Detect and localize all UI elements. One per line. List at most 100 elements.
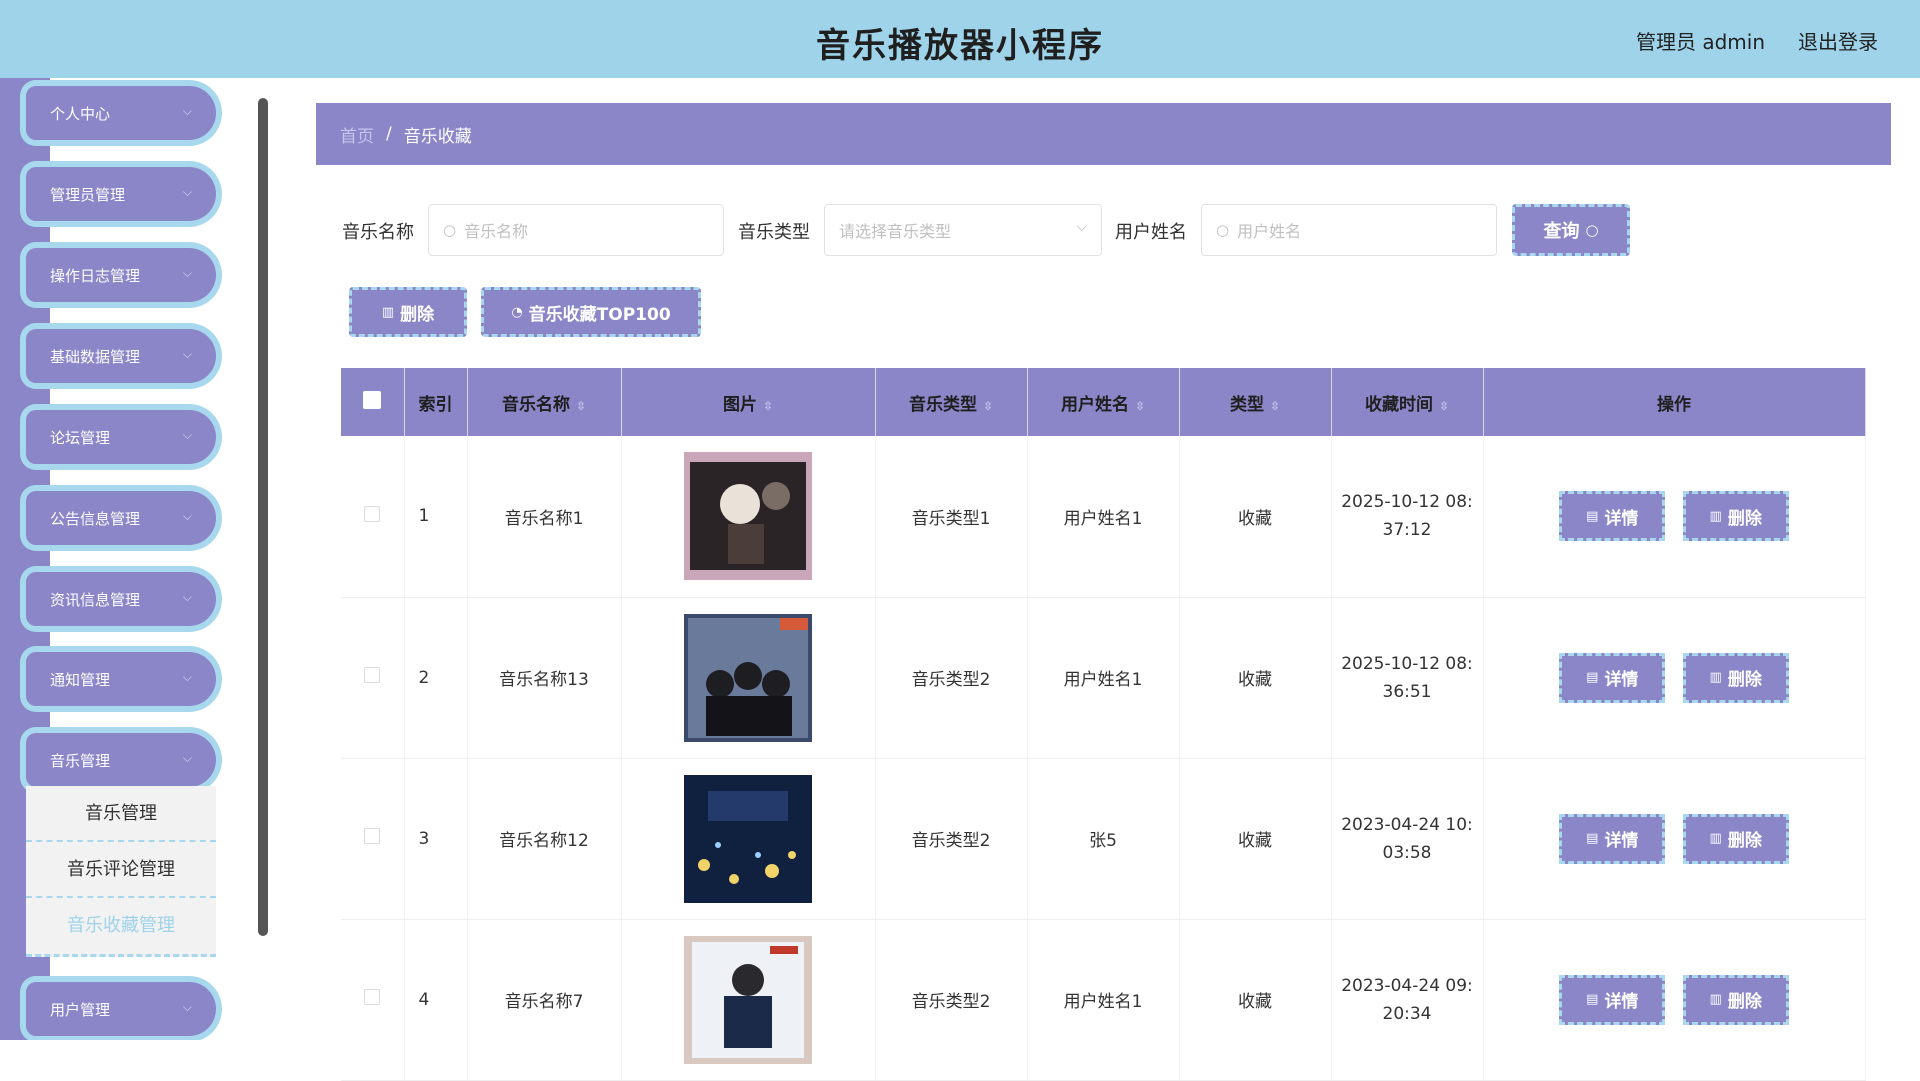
row-checkbox-cell [341, 436, 405, 598]
delete-button[interactable]: ▥ 删除 [1682, 491, 1789, 542]
row-fav-time: 2025-10-12 08: 36:51 [1331, 597, 1484, 759]
trash-icon: ▥ [381, 304, 395, 320]
header-music-type[interactable]: 音乐类型 ⇳ [875, 368, 1028, 436]
favorites-top100-button[interactable]: ◔ 音乐收藏TOP100 [481, 287, 701, 337]
delete-button[interactable]: ▥ 删除 [1682, 974, 1789, 1025]
sidebar-item-label: 个人中心 [50, 104, 111, 123]
header-music-type-label: 音乐类型 [908, 394, 977, 415]
delete-label: 删除 [1727, 831, 1762, 851]
row-actions: ▤ 详情 ▥ 删除 [1483, 436, 1866, 598]
header-image[interactable]: 图片 ⇳ [621, 368, 876, 436]
chevron-down-icon: ⌵ [182, 751, 192, 765]
sidebar-item-announcements[interactable]: 公告信息管理 ⌵ [26, 491, 216, 545]
chevron-down-icon: ⌵ [182, 428, 192, 442]
header-music-name[interactable]: 音乐名称 ⇳ [467, 368, 622, 436]
logout-link[interactable]: 退出登录 [1798, 26, 1878, 55]
favorites-table: 索引 音乐名称 ⇳ 图片 ⇳ 音乐类型 ⇳ 用户姓名 ⇳ 类型 ⇳ 收藏时间 ⇳ 操作 1 … [341, 368, 1866, 1081]
trash-icon: ▥ [1709, 992, 1722, 1007]
header-user-name[interactable]: 用户姓名 ⇳ [1027, 368, 1180, 436]
sort-icon[interactable]: ⇳ [1270, 399, 1280, 413]
delete-label: 删除 [1727, 670, 1762, 690]
document-icon: ▤ [1586, 670, 1599, 685]
row-checkbox[interactable] [364, 989, 381, 1005]
sidebar-item-personal-center[interactable]: 个人中心 ⌵ [26, 86, 216, 140]
row-actions: ▤ 详情 ▥ 删除 [1483, 758, 1866, 920]
header-actions: 操作 [1483, 368, 1866, 436]
row-index: 3 [404, 758, 468, 920]
query-label: 查询 [1543, 221, 1580, 242]
sidebar-item-music[interactable]: 音乐管理 ⌵ [26, 733, 216, 787]
detail-button[interactable]: ▤ 详情 [1559, 974, 1666, 1025]
row-user-name: 用户姓名1 [1027, 919, 1180, 1081]
sidebar-item-label: 通知管理 [50, 670, 111, 689]
header-fav-time[interactable]: 收藏时间 ⇳ [1331, 368, 1484, 436]
row-fav-time-date: 2025-10-12 08: [1341, 653, 1473, 674]
app-title: 音乐播放器小程序 [816, 26, 1104, 66]
row-checkbox[interactable] [364, 505, 381, 522]
sidebar-item-label: 音乐管理 [50, 751, 111, 770]
breadcrumb-separator: / [386, 124, 392, 144]
row-fav-time-clock: 37:12 [1382, 520, 1432, 541]
submenu-item-music[interactable]: 音乐管理 [26, 786, 216, 842]
sidebar-item-news[interactable]: 资讯信息管理 ⌵ [26, 572, 216, 626]
breadcrumb-home[interactable]: 首页 [340, 122, 374, 147]
music-name-input[interactable]: ○ 音乐名称 [428, 204, 724, 256]
delete-label: 删除 [1727, 508, 1762, 529]
search-bar: 音乐名称 ○ 音乐名称 音乐类型 请选择音乐类型 ⌵ 用户姓名 ○ 用户姓名 查询 ○ [342, 204, 1642, 256]
sidebar-item-operation-log[interactable]: 操作日志管理 ⌵ [26, 248, 216, 302]
row-image-cell [621, 758, 876, 920]
query-button[interactable]: 查询 ○ [1512, 204, 1630, 256]
sidebar-item-label: 操作日志管理 [50, 266, 141, 285]
detail-button[interactable]: ▤ 详情 [1559, 652, 1666, 703]
chevron-down-icon: ⌵ [1076, 219, 1087, 235]
row-music-name: 音乐名称13 [467, 597, 622, 759]
album-cover-image [684, 935, 812, 1064]
sidebar-item-label: 基础数据管理 [50, 347, 141, 366]
row-checkbox[interactable] [364, 828, 381, 844]
row-user-name: 用户姓名1 [1027, 436, 1180, 598]
music-type-placeholder: 请选择音乐类型 [839, 222, 952, 241]
row-music-type: 音乐类型2 [875, 919, 1028, 1081]
sidebar-scrollbar[interactable] [258, 98, 268, 936]
row-checkbox[interactable] [364, 667, 381, 683]
pie-chart-icon: ◔ [511, 304, 523, 320]
header-kind[interactable]: 类型 ⇳ [1179, 368, 1332, 436]
row-checkbox-cell [341, 758, 405, 920]
sort-icon[interactable]: ⇳ [763, 399, 773, 413]
trash-icon: ▥ [1709, 508, 1722, 524]
sidebar-item-notifications[interactable]: 通知管理 ⌵ [26, 652, 216, 706]
batch-delete-button[interactable]: ▥ 删除 [349, 287, 467, 337]
top-bar: 音乐播放器小程序 管理员 admin 退出登录 [0, 0, 1920, 78]
delete-button[interactable]: ▥ 删除 [1682, 813, 1789, 864]
delete-button[interactable]: ▥ 删除 [1682, 652, 1789, 703]
document-icon: ▤ [1586, 831, 1599, 846]
sidebar: 个人中心 ⌵ 管理员管理 ⌵ 操作日志管理 ⌵ 基础数据管理 ⌵ 论坛管理 ⌵ 公告信息管… [0, 78, 270, 1040]
search-icon: ○ [443, 221, 457, 239]
submenu-item-music-comments[interactable]: 音乐评论管理 [26, 842, 216, 898]
sort-icon[interactable]: ⇳ [1135, 399, 1145, 413]
breadcrumb: 首页 / 音乐收藏 [316, 103, 1891, 165]
user-name-input[interactable]: ○ 用户姓名 [1201, 204, 1497, 256]
sidebar-item-admin-management[interactable]: 管理员管理 ⌵ [26, 167, 216, 221]
batch-delete-label: 删除 [400, 304, 435, 325]
music-type-select[interactable]: 请选择音乐类型 ⌵ [824, 204, 1102, 256]
select-all-checkbox[interactable] [363, 390, 382, 409]
album-cover-image [684, 452, 812, 581]
row-image-cell [621, 436, 876, 598]
table-row: 2 音乐名称13 音乐类型2 用户姓名1 收藏 2025-10-12 08: 36… [341, 597, 1866, 759]
submenu-item-music-favorites[interactable]: 音乐收藏管理 [26, 898, 216, 954]
sort-icon[interactable]: ⇳ [576, 399, 586, 413]
sidebar-item-forum[interactable]: 论坛管理 ⌵ [26, 410, 216, 464]
detail-label: 详情 [1604, 831, 1639, 851]
row-user-name: 张5 [1027, 758, 1180, 920]
sort-icon[interactable]: ⇳ [1439, 399, 1449, 413]
detail-button[interactable]: ▤ 详情 [1559, 813, 1666, 864]
album-cover-image [684, 774, 812, 903]
row-image-cell [621, 597, 876, 759]
chevron-down-icon: ⌵ [182, 590, 192, 604]
search-icon: ○ [1585, 221, 1599, 239]
sort-icon[interactable]: ⇳ [983, 399, 993, 413]
sidebar-item-basic-data[interactable]: 基础数据管理 ⌵ [26, 329, 216, 383]
sidebar-item-users[interactable]: 用户管理 ⌵ [26, 982, 216, 1036]
detail-button[interactable]: ▤ 详情 [1559, 491, 1666, 542]
